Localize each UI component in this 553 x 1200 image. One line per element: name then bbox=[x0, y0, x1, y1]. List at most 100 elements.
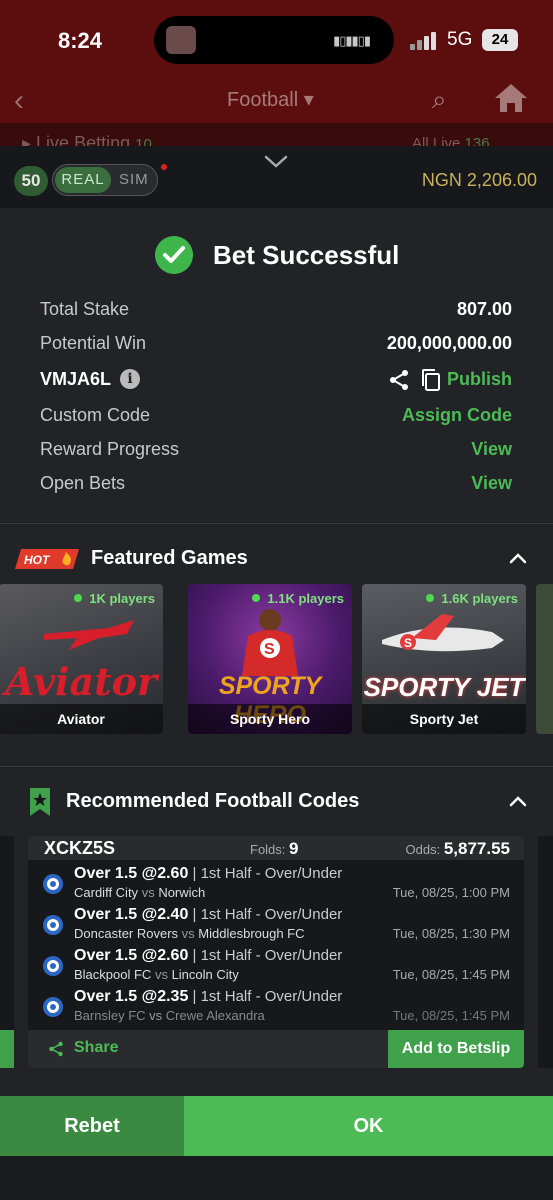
selection-row: Over 1.5 @2.60 | 1st Half - Over/Under B… bbox=[28, 945, 524, 986]
share-icon[interactable] bbox=[48, 1041, 64, 1057]
rebet-button[interactable]: Rebet bbox=[0, 1096, 184, 1156]
notification-dot bbox=[161, 164, 167, 170]
collapse-chevron-icon[interactable] bbox=[263, 152, 289, 172]
next-code-card-peek[interactable] bbox=[538, 836, 553, 1068]
collapse-recommended-icon[interactable] bbox=[508, 794, 528, 808]
selection-row: Over 1.5 @2.60 | 1st Half - Over/Under C… bbox=[28, 863, 524, 904]
game-art-title: SPORTY JET bbox=[363, 672, 525, 702]
home-indicator-area bbox=[0, 1156, 553, 1200]
potential-win-value: 200,000,000.00 bbox=[386, 333, 512, 353]
level-badge: 50 bbox=[14, 166, 48, 196]
background-app-header: 8:24 ▮▯▮▮▯▮ 5G 24 ‹ Football ▾ ⌕ ▸ Live … bbox=[0, 0, 553, 150]
reward-progress-view-link[interactable]: View bbox=[471, 439, 512, 460]
players-count: 1.1K players bbox=[252, 591, 344, 606]
selection-time: Tue, 08/25, 1:00 PM bbox=[392, 885, 510, 900]
account-bar: 50 REAL SIM NGN 2,206.00 bbox=[0, 146, 553, 208]
assign-code-button[interactable]: Assign Code bbox=[402, 405, 512, 426]
share-icon[interactable] bbox=[388, 369, 410, 391]
real-mode-option[interactable]: REAL bbox=[55, 167, 111, 193]
selection-pick: Over 1.5 @2.40 | 1st Half - Over/Under bbox=[74, 906, 343, 923]
status-bar: 8:24 ▮▯▮▮▯▮ 5G 24 bbox=[0, 0, 553, 80]
custom-code-label: Custom Code bbox=[40, 405, 151, 425]
card-booking-code: XCKZ5S bbox=[44, 838, 116, 858]
collapse-featured-icon[interactable] bbox=[508, 551, 528, 565]
add-to-betslip-button[interactable]: Add to Betslip bbox=[388, 1030, 524, 1068]
selection-time: Tue, 08/25, 1:30 PM bbox=[392, 926, 510, 941]
hero-figure-icon: S bbox=[242, 609, 298, 676]
football-icon bbox=[43, 956, 63, 976]
dynamic-island: ▮▯▮▮▯▮ bbox=[154, 16, 394, 64]
publish-button[interactable]: Publish bbox=[447, 369, 512, 390]
game-card-sporty-hero[interactable]: 1.1K players S SPORTY HERO Sporty Hero bbox=[188, 584, 352, 734]
potential-win-label: Potential Win bbox=[40, 333, 147, 353]
game-name: Aviator bbox=[0, 704, 163, 734]
recommended-codes-title: Recommended Football Codes bbox=[66, 790, 360, 812]
network-type: 5G bbox=[447, 29, 473, 50]
card-folds: Folds: 9 bbox=[250, 839, 299, 858]
previous-card-add-peek[interactable] bbox=[0, 1030, 14, 1068]
recommended-codes-section: Recommended Football Codes XCKZ5S Folds:… bbox=[0, 764, 553, 1096]
custom-code-row: Custom Code Assign Code bbox=[40, 401, 512, 431]
players-count: 1K players bbox=[74, 591, 155, 606]
football-icon bbox=[43, 915, 63, 935]
selection-pick: Over 1.5 @2.60 | 1st Half - Over/Under bbox=[74, 865, 343, 882]
total-stake-row: Total Stake 807.00 bbox=[40, 295, 512, 325]
search-icon: ⌕ bbox=[432, 84, 447, 114]
game-card-aviator[interactable]: 1K players Aviator Aviator bbox=[0, 584, 163, 734]
success-check-icon bbox=[155, 236, 193, 274]
copy-icon[interactable] bbox=[420, 368, 442, 392]
game-name: Sporty Hero bbox=[188, 704, 352, 734]
bet-success-sheet: 50 REAL SIM NGN 2,206.00 Bet Successful … bbox=[0, 146, 553, 1200]
featured-games-title: Featured Games bbox=[91, 547, 248, 569]
battery-icon: 24 bbox=[482, 29, 518, 51]
sim-mode-option[interactable]: SIM bbox=[119, 167, 149, 193]
card-footer: Share Add to Betslip bbox=[28, 1030, 524, 1068]
game-card-peek[interactable] bbox=[536, 584, 553, 734]
featured-games-section: HOT Featured Games 1K players Aviator Av… bbox=[0, 524, 553, 764]
booking-code: VMJA6L bbox=[40, 369, 112, 389]
hot-badge-text: HOT bbox=[24, 553, 51, 567]
share-code-button[interactable]: Share bbox=[74, 1039, 118, 1057]
players-count: 1.6K players bbox=[426, 591, 518, 606]
hot-badge: HOT bbox=[15, 549, 79, 569]
sport-title: Football ▾ bbox=[227, 89, 314, 111]
back-icon: ‹ bbox=[14, 84, 24, 117]
football-icon bbox=[43, 874, 63, 894]
selection-row: Over 1.5 @2.40 | 1st Half - Over/Under D… bbox=[28, 904, 524, 945]
status-time: 8:24 bbox=[58, 28, 103, 53]
booking-code-row: VMJA6L i Publish bbox=[40, 365, 512, 395]
svg-text:S: S bbox=[404, 636, 412, 650]
background-nav: ‹ Football ▾ ⌕ bbox=[0, 78, 553, 123]
now-playing-thumbnail bbox=[166, 26, 196, 54]
selection-teams: Blackpool FC vs Lincoln City bbox=[74, 967, 239, 982]
reward-progress-label: Reward Progress bbox=[40, 439, 180, 459]
total-stake-label: Total Stake bbox=[40, 299, 130, 319]
real-sim-toggle[interactable]: REAL SIM bbox=[52, 164, 158, 196]
game-card-sporty-jet[interactable]: 1.6K players S SPORTY JET Sporty Jet bbox=[362, 584, 526, 734]
selection-pick: Over 1.5 @2.35 | 1st Half - Over/Under bbox=[74, 988, 343, 1005]
games-carousel[interactable]: 1K players Aviator Aviator 1.1K players … bbox=[0, 584, 553, 734]
game-name: Sporty Jet bbox=[362, 704, 526, 734]
selection-teams: Doncaster Rovers vs Middlesbrough FC bbox=[74, 926, 305, 941]
account-balance: NGN 2,206.00 bbox=[421, 170, 537, 190]
open-bets-view-link[interactable]: View bbox=[471, 473, 512, 494]
audio-wave-icon: ▮▯▮▮▯▮ bbox=[333, 33, 371, 48]
info-icon[interactable]: i bbox=[120, 369, 140, 389]
football-icon bbox=[43, 997, 63, 1017]
reward-progress-row: Reward Progress View bbox=[40, 435, 512, 465]
selection-teams: Cardiff City vs Norwich bbox=[74, 885, 206, 900]
jet-plane-icon: S bbox=[382, 614, 504, 652]
signal-icon bbox=[410, 30, 438, 50]
home-icon bbox=[495, 84, 527, 112]
total-stake-value: 807.00 bbox=[456, 299, 512, 319]
selection-row: Over 1.5 @2.35 | 1st Half - Over/Under B… bbox=[28, 986, 524, 1027]
potential-win-row: Potential Win 200,000,000.00 bbox=[40, 329, 512, 359]
bookmark-icon bbox=[30, 788, 50, 816]
open-bets-row: Open Bets View bbox=[40, 469, 512, 499]
ok-button[interactable]: OK bbox=[184, 1096, 553, 1156]
page: 8:24 ▮▯▮▮▯▮ 5G 24 ‹ Football ▾ ⌕ ▸ Live … bbox=[0, 0, 553, 1200]
selection-pick: Over 1.5 @2.60 | 1st Half - Over/Under bbox=[74, 947, 343, 964]
aviator-plane-icon bbox=[44, 620, 134, 650]
svg-text:S: S bbox=[264, 641, 275, 658]
booking-code-card[interactable]: XCKZ5S Folds: 9 Odds: 5,877.55 Over 1.5 … bbox=[28, 836, 524, 1068]
